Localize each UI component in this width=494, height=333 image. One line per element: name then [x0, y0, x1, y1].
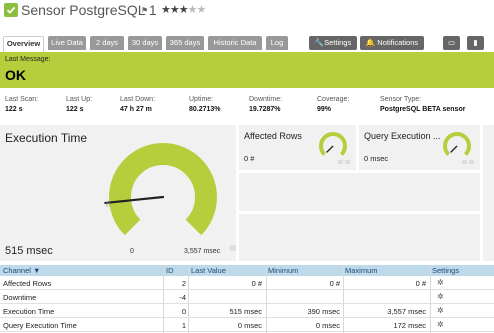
- table-row[interactable]: Downtime -4 ✲: [0, 290, 494, 304]
- empty-panel: [239, 173, 480, 211]
- last-message-bar: Last Message: OK: [0, 52, 494, 88]
- stat-last-down: Last Down: 47 h 27 m: [120, 96, 156, 113]
- gear-icon[interactable]: ✲: [437, 320, 444, 329]
- gear-icon[interactable]: ✲: [437, 306, 444, 315]
- gauge-max: 3,557 msec: [184, 248, 221, 255]
- star-icon[interactable]: ★: [188, 4, 198, 16]
- empty-panel: [239, 214, 480, 261]
- channel-name[interactable]: Affected Rows: [3, 279, 51, 288]
- sensor-header: Sensor PostgreSQL 1 ⚑ ★★★★★: [0, 0, 494, 24]
- tab-bar: Overview Live Data 2 days 30 days 365 da…: [0, 36, 494, 52]
- table-row[interactable]: Affected Rows 2 0 # 0 # 0 # ✲: [0, 276, 494, 290]
- gauge-arc: [109, 143, 217, 236]
- last-message-value: OK: [5, 67, 26, 83]
- notifications-button[interactable]: 🔔 Notifications: [360, 36, 424, 50]
- trash-icon: ▮: [473, 38, 478, 47]
- star-icon[interactable]: ★: [170, 4, 180, 16]
- priority-stars[interactable]: ★★★★★: [161, 3, 207, 16]
- execution-time-gauge: |||: [104, 143, 236, 251]
- stat-coverage: Coverage: 99%: [317, 96, 350, 113]
- stat-last-up: Last Up: 122 s: [66, 96, 93, 113]
- channel-last-value: 0 msec: [237, 321, 262, 330]
- tab-30-days[interactable]: 30 days: [128, 36, 162, 50]
- tab-live-data[interactable]: Live Data: [48, 36, 86, 50]
- channel-maximum: 0 #: [415, 279, 426, 288]
- table-header: Channel ▼ ID Last Value Minimum Maximum …: [0, 265, 494, 276]
- stat-uptime: Uptime: 80.2713%: [189, 96, 221, 113]
- query-execution-gauge: [443, 132, 474, 164]
- gauge-resize-icon[interactable]: [230, 245, 236, 251]
- affected-rows-gauge: [319, 132, 350, 164]
- sensor-stats: Last Scan: 122 s Last Up: 122 s Last Down:…: [0, 96, 494, 118]
- gear-icon[interactable]: ✲: [437, 292, 444, 301]
- gauge-arc: [443, 132, 471, 156]
- col-id[interactable]: ID: [166, 266, 174, 275]
- empty-panel: [483, 125, 494, 261]
- channel-name[interactable]: Query Execution Time: [3, 321, 77, 330]
- channel-id: 2: [181, 279, 186, 288]
- col-settings: Settings: [432, 266, 460, 275]
- wrench-icon: 🔧: [314, 38, 325, 47]
- gauge-needle: [450, 145, 458, 153]
- affected-rows-gauge-panel: Affected Rows 0 #: [239, 125, 356, 170]
- comment-button[interactable]: ▭: [443, 36, 460, 50]
- query-execution-gauge-panel: Query Execution ... 0 msec: [359, 125, 480, 170]
- channel-name[interactable]: Execution Time: [3, 307, 54, 316]
- tab-overview[interactable]: Overview: [3, 36, 44, 52]
- bell-icon: 🔔: [365, 38, 378, 47]
- col-maximum[interactable]: Maximum: [345, 266, 378, 275]
- status-ok-icon: [4, 3, 18, 17]
- stat-downtime: Downtime: 19.7287%: [249, 96, 283, 113]
- stat-last-scan: Last Scan: 122 s: [5, 96, 39, 113]
- sort-down-icon: ▼: [33, 266, 41, 275]
- star-icon[interactable]: ★: [161, 4, 171, 16]
- settings-button[interactable]: 🔧Settings: [309, 36, 357, 50]
- star-icon[interactable]: ★: [197, 4, 207, 16]
- gauge-min: 0: [130, 248, 134, 255]
- last-message-label: Last Message:: [5, 56, 51, 63]
- gauge-resize-icon[interactable]: [345, 160, 350, 164]
- page-title: Sensor PostgreSQL 1: [21, 2, 157, 18]
- flag-icon[interactable]: ⚑: [141, 6, 148, 15]
- gauge-resize-icon[interactable]: [338, 160, 343, 164]
- channel-id: 0: [181, 307, 186, 316]
- col-minimum[interactable]: Minimum: [268, 266, 298, 275]
- col-last-value[interactable]: Last Value: [191, 266, 226, 275]
- col-channel[interactable]: Channel ▼: [3, 266, 40, 275]
- channel-minimum: 0 msec: [315, 321, 340, 330]
- channel-minimum: 390 msec: [307, 307, 340, 316]
- stat-sensor-type: Sensor Type: PostgreSQL BETA sensor: [380, 96, 466, 113]
- gauge-resize-icon[interactable]: [469, 160, 474, 164]
- channel-id: 1: [181, 321, 186, 330]
- tab-365-days[interactable]: 365 days: [166, 36, 204, 50]
- gauge-resize-icon[interactable]: [462, 160, 467, 164]
- gauge-tick-label: |||: [106, 202, 110, 208]
- gear-icon[interactable]: ✲: [437, 278, 444, 287]
- table-row[interactable]: Execution Time 0 515 msec 390 msec 3,557…: [0, 304, 494, 318]
- channel-minimum: 0 #: [329, 279, 340, 288]
- execution-time-gauge-panel: Execution Time ||| 515 msec 0 3,557 msec: [0, 125, 236, 261]
- channel-last-value: 515 msec: [229, 307, 262, 316]
- gauge-arc: [319, 132, 347, 156]
- channel-name[interactable]: Downtime: [3, 293, 36, 302]
- delete-button[interactable]: ▮: [467, 36, 484, 50]
- channel-maximum: 172 msec: [393, 321, 426, 330]
- gauge-needle: [326, 145, 334, 153]
- comment-icon: ▭: [447, 38, 456, 47]
- tab-historic-data[interactable]: Historic Data: [208, 36, 262, 50]
- table-row[interactable]: Query Execution Time 1 0 msec 0 msec 172…: [0, 318, 494, 332]
- gauge-value: 515 msec: [5, 245, 53, 257]
- channel-maximum: 3,557 msec: [387, 307, 426, 316]
- channel-last-value: 0 #: [251, 279, 262, 288]
- channel-id: -4: [179, 293, 186, 302]
- tab-log[interactable]: Log: [266, 36, 288, 50]
- tab-2-days[interactable]: 2 days: [90, 36, 124, 50]
- star-icon[interactable]: ★: [179, 4, 189, 16]
